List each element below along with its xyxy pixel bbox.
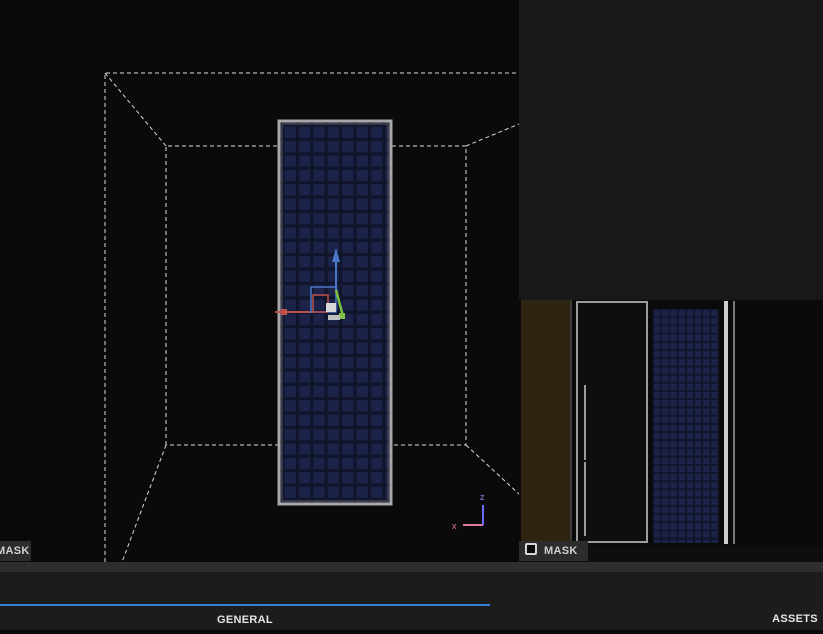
- axis-z-label: z: [480, 492, 485, 502]
- mask-label-left: MASK: [0, 545, 30, 557]
- toolbar-strip: [0, 562, 823, 572]
- tab-general-label: GENERAL: [217, 614, 273, 626]
- mask-toggle-right[interactable]: MASK: [519, 541, 588, 561]
- tab-assets-label: ASSETS: [772, 613, 818, 625]
- mask-toggle-left[interactable]: MASK: [0, 541, 31, 561]
- viewport-preview[interactable]: MASK: [519, 0, 823, 562]
- tab-assets[interactable]: ASSETS: [760, 604, 823, 630]
- axis-orientation-gizmo: x z: [452, 492, 485, 531]
- cabinet-door-preview: [576, 301, 648, 543]
- viewport-3d-perspective[interactable]: x z MASK: [0, 0, 519, 562]
- tile-panel-preview: [653, 309, 719, 543]
- checkbox-square-icon[interactable]: [525, 543, 537, 555]
- preview-scene: [519, 300, 823, 546]
- wood-panel-preview: [521, 300, 572, 546]
- viewport-scene: x z: [104, 72, 519, 562]
- tab-general[interactable]: GENERAL: [0, 604, 490, 630]
- properties-area: [0, 572, 823, 604]
- axis-x-label: x: [452, 521, 457, 531]
- mask-label-right: MASK: [544, 545, 578, 557]
- bottom-tab-bar: GENERAL ASSETS: [0, 604, 823, 630]
